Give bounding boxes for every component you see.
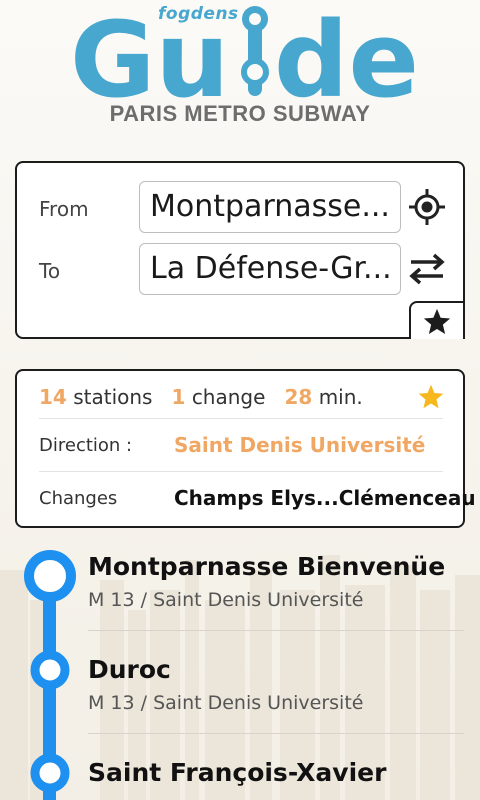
brand-name: fogdens xyxy=(158,4,239,24)
station-divider xyxy=(88,630,464,631)
crosshair-icon[interactable] xyxy=(407,187,447,227)
to-field[interactable]: La Défense-Gr... xyxy=(139,243,401,295)
station-name[interactable]: Montparnasse Bienvenüe xyxy=(88,552,445,581)
station-name[interactable]: Duroc xyxy=(88,655,171,684)
station-name[interactable]: Saint François-Xavier xyxy=(88,758,386,787)
app-subtitle: PARIS METRO SUBWAY xyxy=(109,101,371,126)
route-form-card: From Montparnasse... To La Défense-Gr... xyxy=(15,161,465,339)
minutes-count: 28 xyxy=(284,385,313,409)
swap-icon[interactable] xyxy=(407,249,447,289)
to-label: To xyxy=(39,259,61,283)
station-divider xyxy=(88,733,464,734)
summary-divider xyxy=(39,471,443,472)
favorite-tab[interactable] xyxy=(409,301,465,339)
from-field[interactable]: Montparnasse... xyxy=(139,181,401,233)
direction-label: Direction : xyxy=(39,435,133,456)
stations-label: stations xyxy=(73,385,153,409)
changes-row-label: Changes xyxy=(39,488,118,509)
route-summary-card: 14 stations 1 change 28 min. Direction :… xyxy=(15,369,476,528)
app-header: Gu de fogdens PARIS METRO SUBWAY xyxy=(0,0,480,135)
direction-value: Saint Denis Université xyxy=(174,433,426,457)
changes-row-value: Champs Elys...Clémenceau xyxy=(174,486,476,510)
guide-logo: Gu de xyxy=(70,0,419,100)
stations-count: 14 xyxy=(39,385,67,409)
svg-text:de: de xyxy=(274,0,419,100)
station-line: M 13 / Saint Denis Université xyxy=(88,692,364,714)
route-stats: 14 stations 1 change 28 min. xyxy=(39,385,363,409)
favorite-star-icon[interactable] xyxy=(417,383,445,411)
star-icon xyxy=(423,308,451,334)
minutes-label: min. xyxy=(318,385,363,409)
metro-line-graphic xyxy=(24,550,76,800)
changes-count: 1 xyxy=(171,385,186,409)
changes-label: change xyxy=(191,385,266,409)
summary-divider xyxy=(39,418,443,419)
station-line: M 13 / Saint Denis Université xyxy=(88,589,364,611)
from-label: From xyxy=(39,197,89,221)
